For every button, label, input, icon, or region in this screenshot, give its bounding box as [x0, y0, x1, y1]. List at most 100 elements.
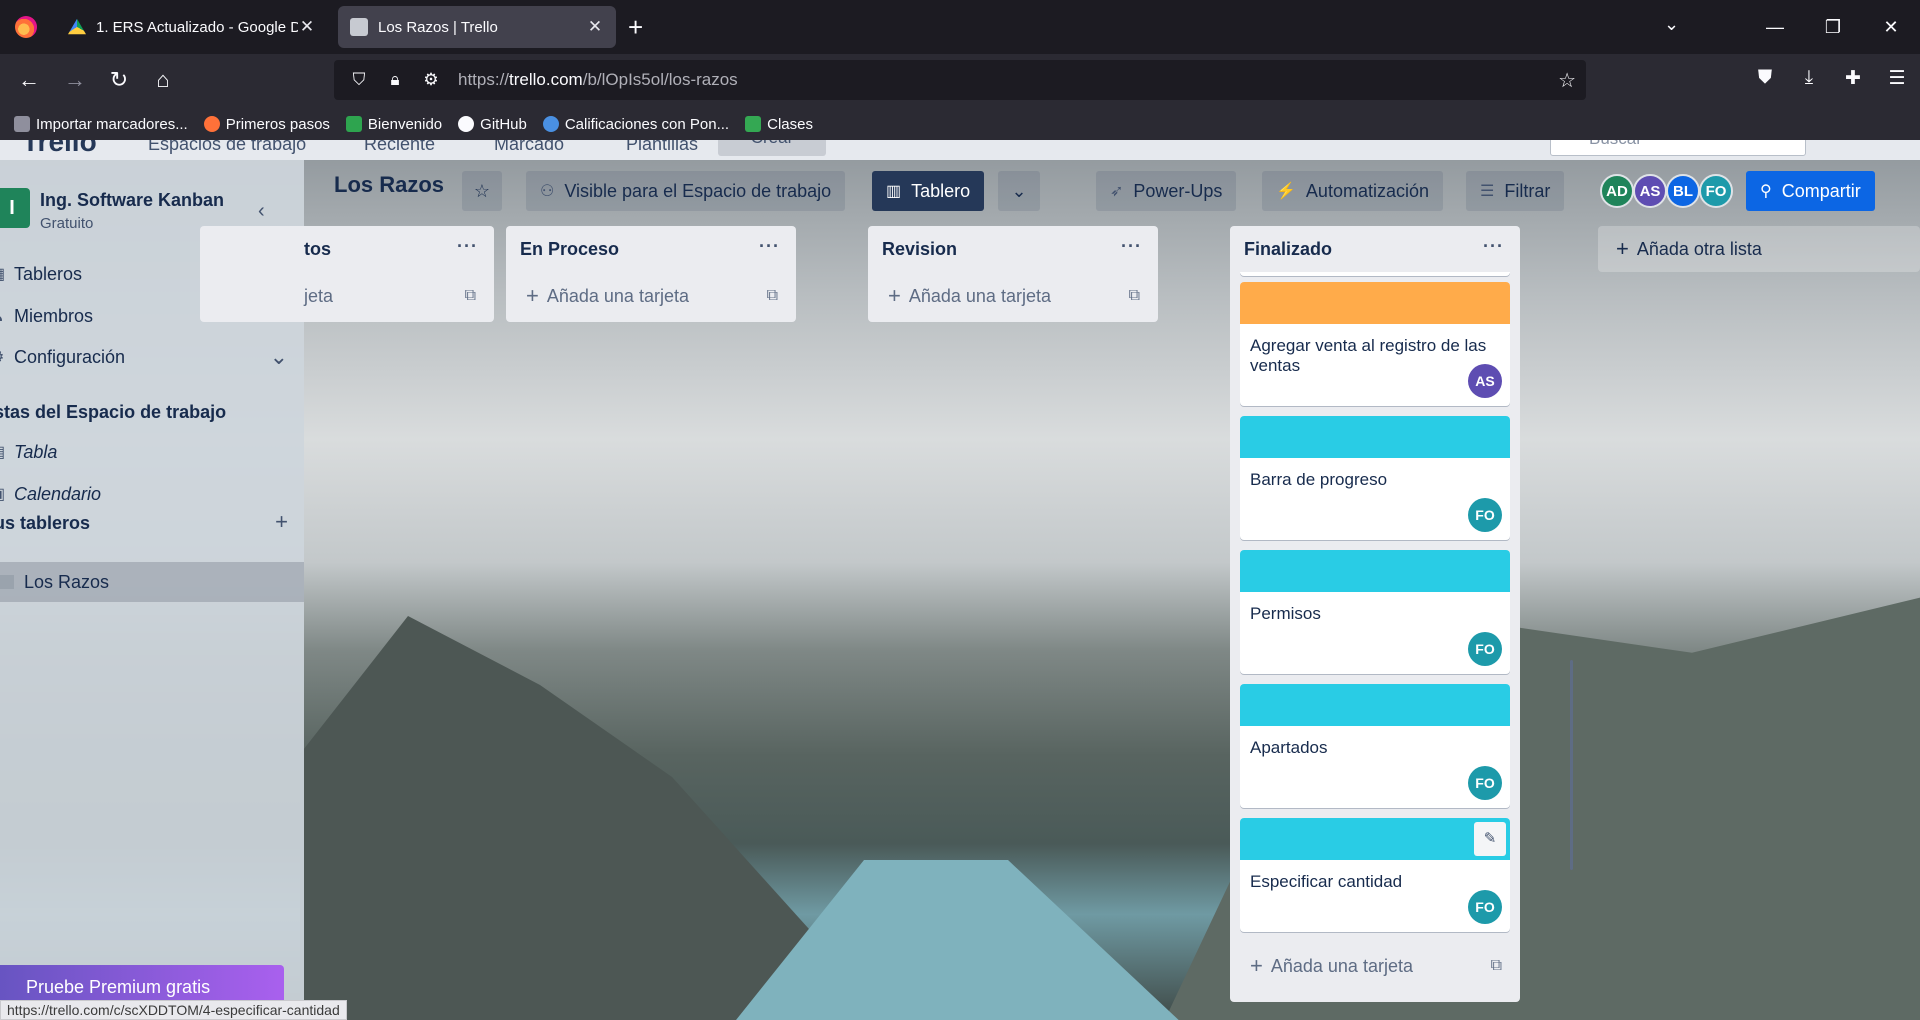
url-host: trello.com: [509, 70, 583, 89]
card-member-avatar[interactable]: FO: [1468, 498, 1502, 532]
share-button[interactable]: ⚲ Compartir: [1746, 171, 1875, 211]
list-title[interactable]: tos: [304, 239, 331, 260]
menu-icon[interactable]: ☰: [1882, 67, 1912, 90]
filter-label: Filtrar: [1504, 180, 1551, 201]
firefox-view-button[interactable]: [0, 0, 52, 54]
card[interactable]: Agregar venta al registro de las ventas …: [1240, 282, 1510, 406]
automation-button[interactable]: ⚡ Automatización: [1262, 171, 1443, 211]
shield-icon[interactable]: ⛉: [348, 70, 370, 90]
list-all-tabs-icon[interactable]: ⌄: [1664, 14, 1679, 35]
new-tab-button[interactable]: +: [628, 12, 643, 42]
card-template-icon[interactable]: ⧉: [767, 287, 778, 305]
browser-tab-drive[interactable]: 1. ERS Actualizado - Google Dri ✕: [56, 6, 328, 48]
browser-tab-trello[interactable]: Los Razos | Trello ✕: [338, 6, 616, 48]
plus-icon: +: [1250, 953, 1263, 978]
list-menu-icon[interactable]: ···: [759, 236, 780, 257]
card-template-icon[interactable]: ⧉: [1129, 287, 1140, 305]
close-window-icon[interactable]: ✕: [1862, 17, 1920, 38]
card-member-avatar[interactable]: FO: [1468, 890, 1502, 924]
member-avatar[interactable]: BL: [1666, 174, 1700, 208]
list-menu-icon[interactable]: ···: [1121, 236, 1142, 257]
trello-logo[interactable]: Trello: [22, 140, 97, 158]
trello-icon: [350, 18, 368, 36]
bookmark-github[interactable]: GitHub: [458, 116, 527, 133]
restore-icon[interactable]: ❐: [1804, 17, 1862, 38]
powerups-button[interactable]: ➶ Power-Ups: [1096, 171, 1237, 211]
search-input[interactable]: Buscar: [1550, 140, 1806, 156]
list-revision: Revision ··· + Añada una tarjeta ⧉: [868, 226, 1158, 322]
card[interactable]: ✎ Especificar cantidad FO: [1240, 818, 1510, 932]
url-text[interactable]: https://trello.com/b/lOpIs5ol/los-razos: [458, 70, 738, 90]
bookmark-clases[interactable]: Clases: [745, 116, 813, 133]
sidebar-item-tabla[interactable]: ▤ Tabla: [0, 432, 304, 472]
create-button[interactable]: Crear: [718, 140, 826, 156]
google-drive-icon: [68, 18, 86, 35]
nav-workspaces[interactable]: Espacios de trabajo: [148, 140, 306, 155]
filter-button[interactable]: ☰ Filtrar: [1466, 171, 1565, 211]
list-title[interactable]: Revision: [882, 239, 957, 260]
toolbar-right: ⛊ ⤓ ✚ ☰: [1750, 67, 1912, 90]
add-card-button[interactable]: + Añada una tarjeta ⧉: [506, 272, 796, 320]
workspace-name[interactable]: Ing. Software Kanban: [40, 190, 224, 211]
home-icon[interactable]: ⌂: [148, 67, 178, 93]
add-list-button[interactable]: + Añada otra lista: [1598, 226, 1920, 272]
star-board-button[interactable]: ☆: [462, 171, 502, 211]
bookmark-calificaciones[interactable]: Calificaciones con Pon...: [542, 115, 730, 133]
minimize-icon[interactable]: —: [1746, 17, 1804, 38]
member-avatar[interactable]: AS: [1633, 174, 1667, 208]
card-member-avatar[interactable]: AS: [1468, 364, 1502, 398]
permissions-icon[interactable]: ⚙: [420, 70, 442, 90]
lock-icon[interactable]: 🔒︎: [384, 70, 406, 90]
bookmark-import[interactable]: Importar marcadores...: [14, 116, 188, 133]
nav-templates[interactable]: Plantillas: [626, 140, 698, 155]
list-menu-icon[interactable]: ···: [457, 236, 478, 257]
collapse-sidebar-icon[interactable]: ‹: [258, 200, 265, 223]
card-member-avatar[interactable]: FO: [1468, 766, 1502, 800]
nav-starred[interactable]: Marcado: [494, 140, 564, 155]
add-card-button[interactable]: jeta ⧉: [200, 272, 494, 320]
member-avatar[interactable]: AD: [1600, 174, 1634, 208]
add-card-button[interactable]: + Añada una tarjeta ⧉: [1230, 942, 1520, 990]
card[interactable]: Apartados FO: [1240, 684, 1510, 808]
reload-icon[interactable]: ↻: [104, 67, 134, 93]
card[interactable]: Permisos FO: [1240, 550, 1510, 674]
card-template-icon[interactable]: ⧉: [1491, 957, 1502, 975]
visibility-button[interactable]: ⚇ Visible para el Espacio de trabajo: [526, 171, 846, 211]
extensions-icon[interactable]: ✚: [1838, 67, 1868, 90]
list-header: tos ···: [200, 226, 494, 272]
member-avatar[interactable]: FO: [1699, 174, 1733, 208]
pocket-icon[interactable]: ⛊: [1750, 67, 1780, 90]
card[interactable]: Barra de progreso FO: [1240, 416, 1510, 540]
sidebar-item-configuracion[interactable]: ⚙ Configuración ⌄: [0, 337, 304, 377]
list-title[interactable]: En Proceso: [520, 239, 619, 260]
list-title[interactable]: Finalizado: [1244, 239, 1332, 260]
chevron-down-icon[interactable]: ⌄: [270, 344, 288, 370]
bookmark-primeros-pasos[interactable]: Primeros pasos: [203, 116, 330, 133]
board-view-button[interactable]: ▥ Tablero: [872, 171, 985, 211]
forward-icon[interactable]: →: [60, 67, 90, 93]
sidebar-item-label: Los Razos: [24, 571, 110, 592]
sidebar-item-los-razos[interactable]: Los Razos: [0, 562, 304, 602]
bookmark-star-icon[interactable]: ☆: [1558, 68, 1576, 93]
gear-icon: ⚙: [0, 347, 14, 367]
close-icon[interactable]: ✕: [298, 17, 316, 37]
pencil-icon[interactable]: ✎: [1474, 822, 1506, 856]
card-partial[interactable]: [1240, 272, 1510, 276]
bookmarks-bar: Importar marcadores... Primeros pasos Bi…: [0, 108, 1920, 140]
back-icon[interactable]: ←: [14, 67, 44, 93]
card-member-avatar[interactable]: FO: [1468, 632, 1502, 666]
card-template-icon[interactable]: ⧉: [465, 287, 476, 305]
list-menu-icon[interactable]: ···: [1483, 236, 1504, 257]
list-scrollbar[interactable]: [1570, 660, 1573, 870]
views-dropdown-button[interactable]: ⌄: [998, 171, 1040, 211]
download-icon[interactable]: ⤓: [1794, 67, 1824, 90]
close-icon[interactable]: ✕: [586, 17, 604, 37]
people-icon: ⚇: [540, 183, 555, 200]
nav-recent[interactable]: Reciente: [364, 140, 435, 155]
add-board-icon[interactable]: +: [275, 509, 288, 535]
bookmark-label: Calificaciones con Pon...: [564, 115, 730, 133]
bookmark-bienvenido[interactable]: Bienvenido: [345, 116, 442, 133]
add-card-button[interactable]: + Añada una tarjeta ⧉: [868, 272, 1158, 320]
url-bar[interactable]: ⛉ 🔒︎ ⚙ https://trello.com/b/lOpIs5ol/los…: [334, 60, 1586, 100]
board-title[interactable]: Los Razos: [334, 172, 444, 198]
